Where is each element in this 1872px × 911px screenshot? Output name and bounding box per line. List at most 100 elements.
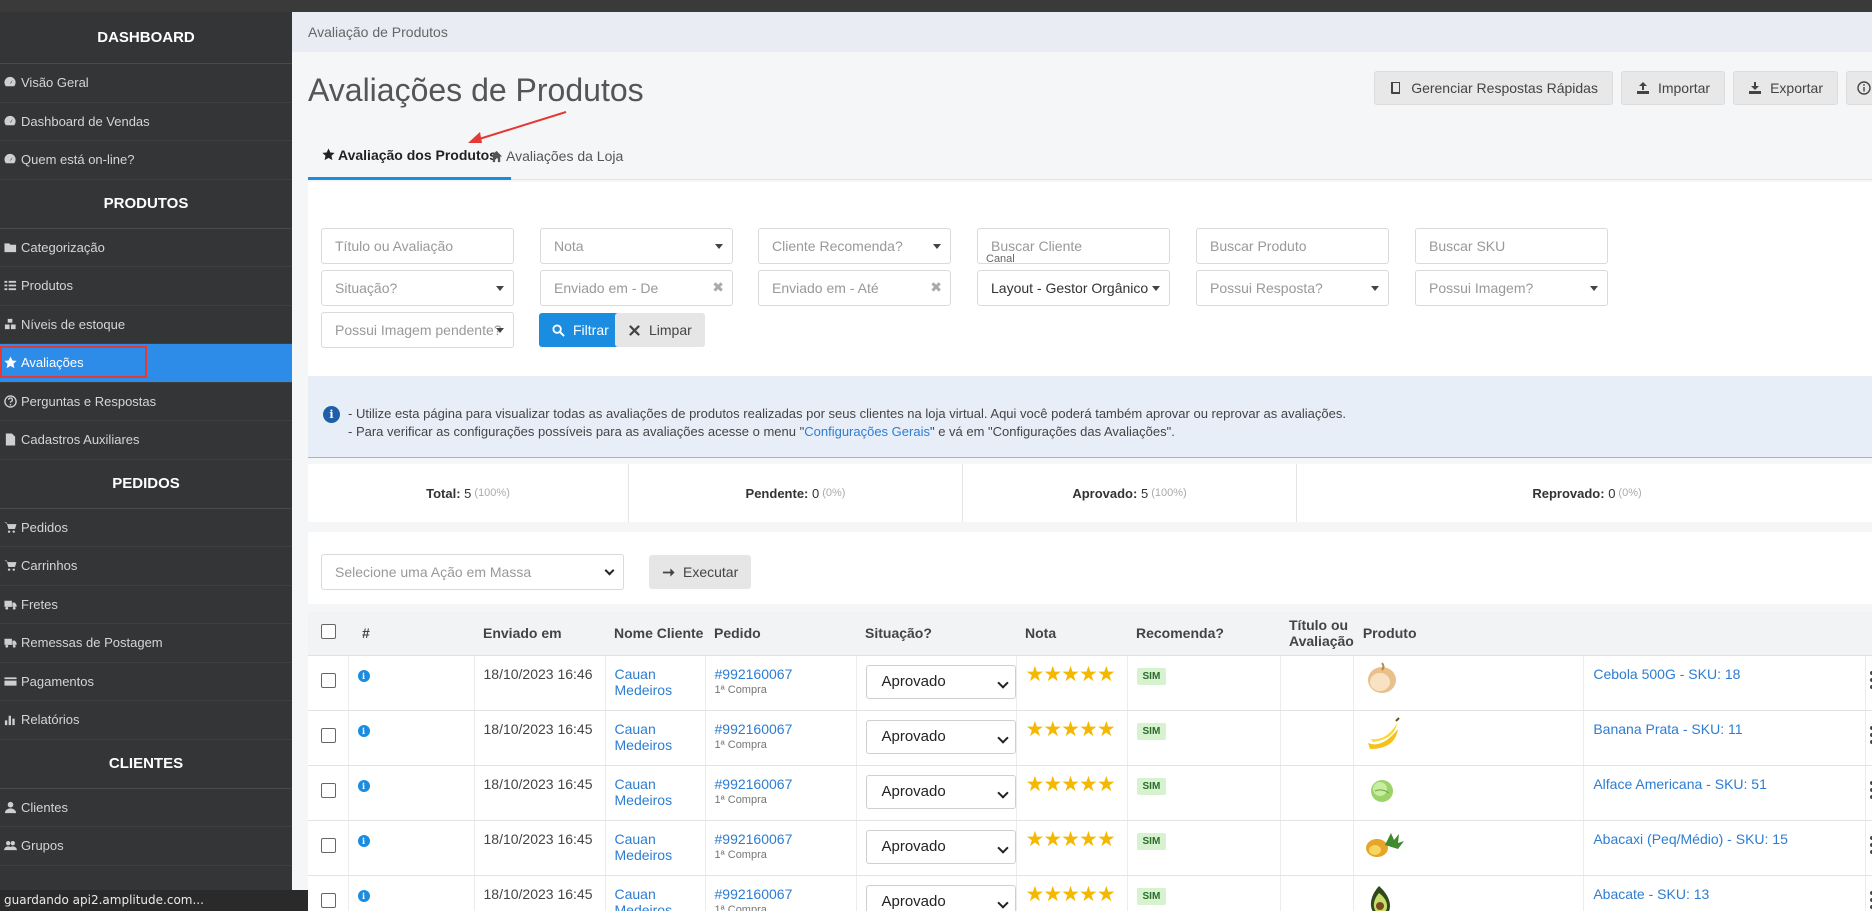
sidebar-item[interactable]: Carrinhos (0, 547, 292, 586)
review-title-cell (1280, 765, 1355, 821)
sidebar-item[interactable]: Remessas de Postagem (0, 624, 292, 663)
row-checkbox[interactable] (321, 727, 336, 743)
row-checkbox[interactable] (321, 837, 336, 853)
order-link[interactable]: #992160067 (715, 721, 856, 737)
sidebar-item[interactable]: Cadastros Auxiliares (0, 421, 292, 460)
sidebar-item[interactable]: Clientes (0, 789, 292, 827)
sidebar-item[interactable]: Dashboard de Vendas (0, 103, 292, 141)
row-checkbox[interactable] (321, 782, 336, 798)
has-image-filter[interactable]: Possui Imagem? (1415, 270, 1608, 306)
info-icon[interactable]: i (357, 724, 370, 737)
sidebar-item[interactable]: Pedidos (0, 509, 292, 547)
product-link[interactable]: Abacaxi (Peq/Médio) - SKU: 15 (1593, 831, 1788, 847)
stat-percent: (100%) (1151, 487, 1187, 499)
client-link[interactable]: Cauan Medeiros (615, 886, 673, 911)
product-thumbnail (1366, 832, 1405, 857)
manage-quick-replies-button[interactable]: Gerenciar Respostas Rápidas (1374, 71, 1613, 105)
sidebar-item-label: Visão Geral (21, 75, 89, 91)
status-select[interactable]: Aprovado (865, 829, 1016, 864)
general-settings-link[interactable]: Configurações Gerais (804, 424, 930, 439)
row-actions-cell (1865, 655, 1872, 711)
status-select[interactable]: Aprovado (865, 664, 1016, 699)
product-cell: Abacaxi (Peq/Médio) - SKU: 15 (1583, 820, 1867, 876)
info-icon[interactable]: i (357, 779, 370, 792)
sent-to-date-input[interactable]: Enviado em - Até ✖ (758, 270, 951, 306)
star-icon: ★ (1061, 772, 1080, 796)
info-icon[interactable]: i (357, 669, 370, 682)
sidebar-item[interactable]: Avaliações (0, 344, 292, 383)
info-icon[interactable]: i (357, 889, 370, 902)
product-link[interactable]: Banana Prata - SKU: 11 (1593, 721, 1742, 737)
client-recommends-filter[interactable]: Cliente Recomenda? (758, 228, 951, 264)
help-button[interactable] (1846, 71, 1872, 105)
search-product-input[interactable]: Buscar Produto (1196, 228, 1389, 264)
client-link[interactable]: Cauan Medeiros (615, 666, 673, 698)
order-link[interactable]: #992160067 (715, 776, 856, 792)
sent-date-cell: 18/10/2023 16:46 (474, 655, 606, 711)
rating-stars: ★★★★★ (1026, 828, 1116, 851)
filter-button[interactable]: Filtrar (539, 313, 622, 347)
clear-icon[interactable]: ✖ (712, 279, 724, 296)
sidebar-item[interactable]: Categorização (0, 229, 292, 267)
status-select[interactable]: Aprovado (865, 774, 1016, 809)
stat-label: Total: (426, 485, 461, 501)
sidebar-item[interactable]: Pagamentos (0, 663, 292, 701)
table-row: i 18/10/2023 16:45 Cauan Medeiros #99216… (308, 765, 1872, 821)
star-icon: ★ (1043, 717, 1062, 741)
truck-icon (4, 600, 17, 610)
clear-icon[interactable]: ✖ (930, 279, 942, 296)
sidebar-item-label: Fretes (21, 596, 58, 612)
select-all-header (308, 612, 348, 656)
status-select[interactable]: Aprovado (865, 719, 1016, 754)
sidebar-item[interactable]: Produtos (0, 267, 292, 306)
table-row: i 18/10/2023 16:46 Cauan Medeiros #99216… (308, 655, 1872, 711)
client-link[interactable]: Cauan Medeiros (615, 776, 673, 808)
product-image-cell (1353, 710, 1585, 766)
sidebar-item[interactable]: Quem está on-line? (0, 141, 292, 180)
execute-button[interactable]: Executar (649, 555, 752, 589)
sidebar-item[interactable]: Fretes (0, 586, 292, 624)
annotation-arrow (468, 111, 567, 143)
channel-select[interactable]: Layout - Gestor Orgânico (977, 270, 1170, 306)
sidebar-item[interactable]: Grupos (0, 827, 292, 866)
status-filter[interactable]: Situação? (321, 270, 514, 306)
title-review-filter[interactable]: Título ou Avaliação (321, 228, 514, 264)
sidebar-item[interactable]: Níveis de estoque (0, 306, 292, 344)
stat-percent: (0%) (1618, 487, 1642, 499)
has-reply-filter[interactable]: Possui Resposta? (1196, 270, 1389, 306)
sidebar-item[interactable]: Perguntas e Respostas (0, 383, 292, 421)
sent-from-date-input[interactable]: Enviado em - De ✖ (540, 270, 733, 306)
client-link[interactable]: Cauan Medeiros (615, 831, 673, 863)
order-link[interactable]: #992160067 (715, 666, 856, 682)
users-icon (4, 841, 17, 851)
search-sku-input[interactable]: Buscar SKU (1415, 228, 1608, 264)
row-checkbox[interactable] (321, 892, 336, 908)
import-button[interactable]: Importar (1620, 71, 1726, 105)
star-icon: ★ (1078, 772, 1098, 796)
top-bar (0, 0, 1872, 12)
product-link[interactable]: Alface Americana - SKU: 51 (1593, 776, 1767, 792)
order-cell: #992160067 1ª Compra (705, 710, 857, 766)
star-icon (322, 148, 335, 161)
info-icon[interactable]: i (357, 834, 370, 847)
mass-action-select[interactable]: Selecione uma Ação em Massa (321, 554, 624, 590)
recommend-badge: SIM (1136, 887, 1167, 905)
order-link[interactable]: #992160067 (715, 831, 856, 847)
status-select[interactable]: Aprovado (865, 884, 1016, 911)
status-select-value: Aprovado (881, 893, 946, 910)
row-info-cell: i (348, 710, 475, 766)
sidebar-item[interactable]: Visão Geral (0, 64, 292, 103)
product-link[interactable]: Cebola 500G - SKU: 18 (1593, 666, 1740, 682)
export-button[interactable]: Exportar (1733, 71, 1838, 105)
clear-button[interactable]: Limpar (615, 313, 705, 347)
product-link[interactable]: Abacate - SKU: 13 (1593, 886, 1709, 902)
select-all-checkbox[interactable] (321, 624, 336, 640)
recommend-cell: SIM (1127, 875, 1281, 911)
sidebar-item-label: Categorização (21, 239, 105, 255)
row-checkbox[interactable] (321, 672, 336, 688)
pending-image-filter[interactable]: Possui Imagem pendente? (321, 312, 514, 348)
rating-filter[interactable]: Nota (540, 228, 733, 264)
order-link[interactable]: #992160067 (715, 886, 856, 902)
client-link[interactable]: Cauan Medeiros (615, 721, 673, 753)
sidebar-item[interactable]: Relatórios (0, 701, 292, 740)
